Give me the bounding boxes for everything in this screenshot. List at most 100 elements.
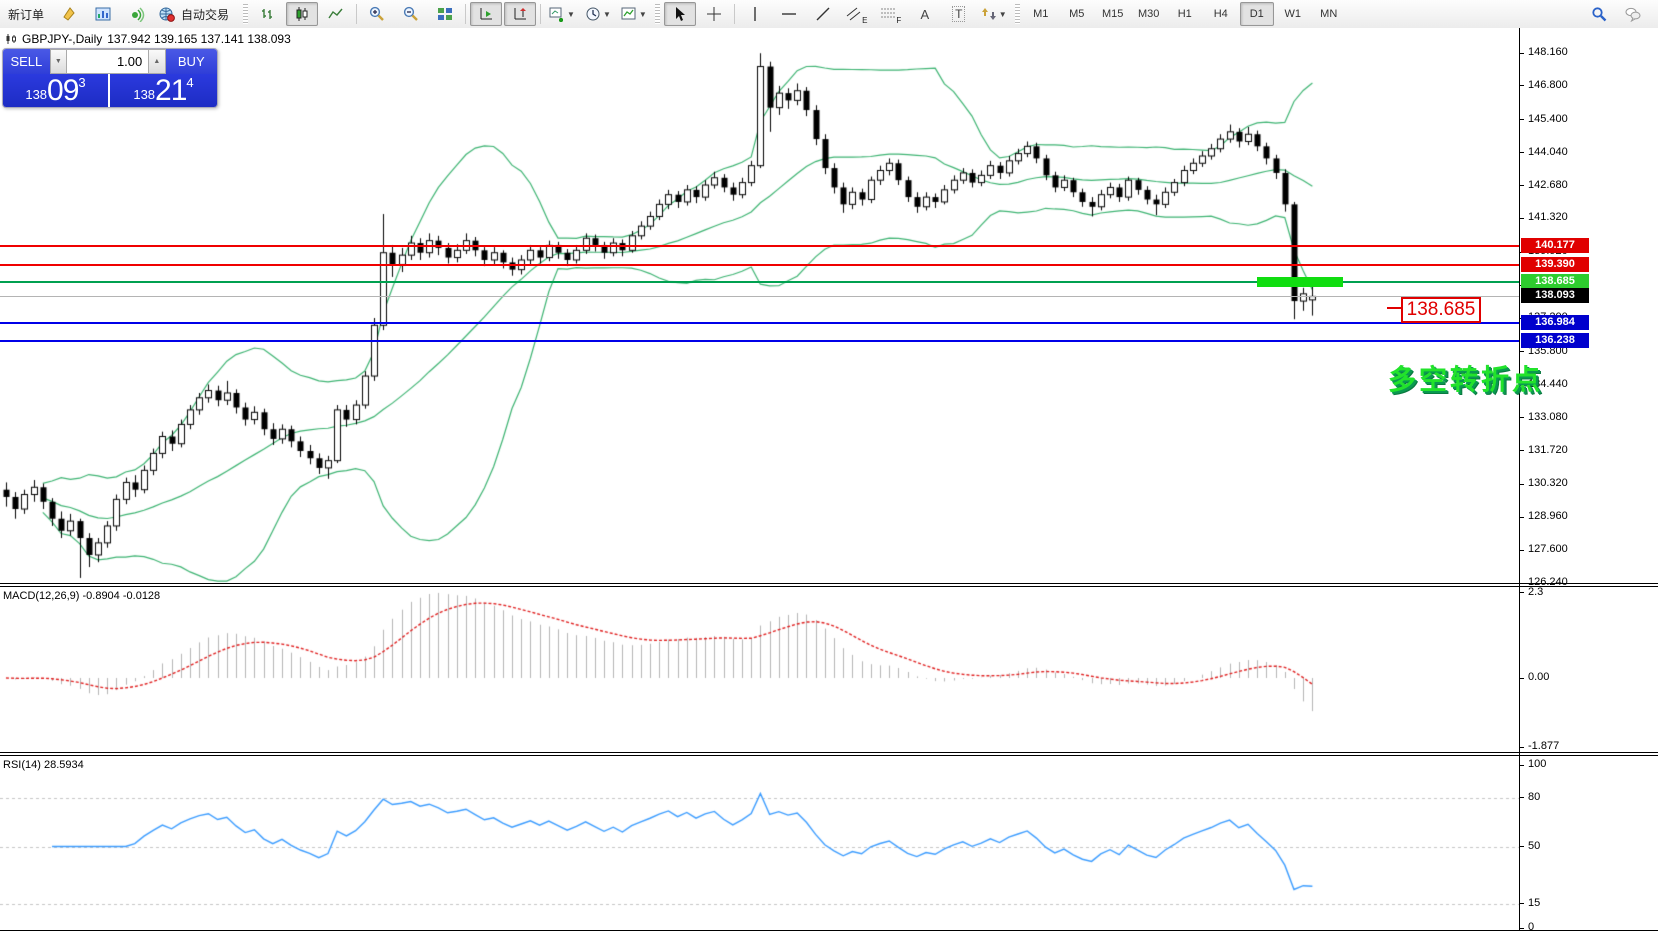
line-chart-icon xyxy=(328,6,344,22)
periods-button[interactable]: ▼ xyxy=(581,2,615,26)
timeframe-m1-button[interactable]: M1 xyxy=(1024,2,1058,26)
ohlc-readout: 137.942 139.165 137.141 138.093 xyxy=(107,32,291,46)
price-tick-mark xyxy=(1519,483,1524,485)
horizontal-line-tool-button[interactable] xyxy=(773,2,805,26)
timeframe-m5-button[interactable]: M5 xyxy=(1060,2,1094,26)
arrows-tool-button[interactable]: ▼ xyxy=(977,2,1011,26)
rsi-tick-label: 15 xyxy=(1528,896,1541,909)
tile-windows-button[interactable] xyxy=(429,2,461,26)
styler-icon[interactable] xyxy=(53,2,85,26)
bar-chart-mode-button[interactable] xyxy=(252,2,284,26)
price-tick-label: 130.320 xyxy=(1528,477,1568,490)
zoom-out-button[interactable] xyxy=(395,2,427,26)
timeframe-m30-button[interactable]: M30 xyxy=(1132,2,1166,26)
autotrading-button[interactable]: 自动交易 xyxy=(155,2,239,26)
fibonacci-icon xyxy=(880,6,896,22)
sell-button[interactable]: SELL xyxy=(3,49,50,74)
sell-price-button[interactable]: 138 09 3 xyxy=(3,74,110,107)
cursor-tool-button[interactable] xyxy=(663,2,696,26)
price-tick-label: 127.600 xyxy=(1528,543,1568,556)
toolbar-drag-handle[interactable] xyxy=(1014,4,1020,24)
macd-canvas[interactable] xyxy=(0,587,1519,752)
pane-splitter[interactable] xyxy=(0,752,1658,753)
timeframe-h4-button[interactable]: H4 xyxy=(1204,2,1238,26)
cn-annotation[interactable]: 多空转折点 xyxy=(1388,358,1543,398)
clock-icon xyxy=(585,6,601,22)
level-line-138.093[interactable] xyxy=(0,295,1519,297)
templates-button[interactable]: ▼ xyxy=(617,2,651,26)
level-line-136.238[interactable] xyxy=(0,340,1519,343)
zoom-out-icon xyxy=(403,6,419,22)
price-axis-tag: 140.177 xyxy=(1521,238,1589,254)
buy-price-pip: 4 xyxy=(186,75,194,90)
fibonacci-tool-button[interactable]: F xyxy=(875,2,907,26)
zoom-in-icon xyxy=(369,6,385,22)
vertical-line-tool-button[interactable] xyxy=(739,2,771,26)
buy-button[interactable]: BUY xyxy=(165,49,217,74)
rsi-canvas[interactable] xyxy=(0,756,1519,930)
price-tick-label: 145.400 xyxy=(1528,112,1568,125)
price-tick-label: 128.960 xyxy=(1528,510,1568,523)
search-icon xyxy=(1591,6,1607,22)
pane-splitter[interactable] xyxy=(0,586,1658,587)
text-tool-button[interactable]: A xyxy=(909,2,941,26)
pane-splitter[interactable] xyxy=(0,755,1658,756)
signals-button[interactable] xyxy=(121,2,153,26)
signal-icon xyxy=(129,6,145,22)
symbol-period-label: GBPJPY-,Daily xyxy=(22,32,103,46)
level-line-140.177[interactable] xyxy=(0,245,1519,248)
toolbar-drag-handle[interactable] xyxy=(654,4,660,24)
line-chart-mode-button[interactable] xyxy=(320,2,352,26)
search-button[interactable] xyxy=(1583,2,1615,26)
auto-scroll-button[interactable] xyxy=(470,2,503,26)
timeframe-m15-button[interactable]: M15 xyxy=(1096,2,1130,26)
macd-tick-label: 0.00 xyxy=(1528,671,1550,683)
price-axis-tag: 138.093 xyxy=(1521,288,1589,304)
new-chart-button[interactable]: ▼ xyxy=(545,2,579,26)
arrows-icon xyxy=(981,6,997,22)
chart-shift-button[interactable] xyxy=(504,2,537,26)
timeframe-h1-button[interactable]: H1 xyxy=(1168,2,1202,26)
buy-price-button[interactable]: 138 21 4 xyxy=(110,74,217,107)
price-tick-label: 146.800 xyxy=(1528,78,1568,91)
price-tick-label: 131.720 xyxy=(1528,443,1568,456)
chart-title: GBPJPY-,Daily 137.942 139.165 137.141 13… xyxy=(5,32,291,46)
new-order-button[interactable]: 新订单 xyxy=(1,2,51,26)
crosshair-tool-button[interactable] xyxy=(698,2,730,26)
market-watch-icon xyxy=(95,6,111,22)
candle-chart-mode-button[interactable] xyxy=(286,2,319,26)
level-line-136.984[interactable] xyxy=(0,322,1519,325)
timeframe-w1-button[interactable]: W1 xyxy=(1276,2,1310,26)
price-callout-label[interactable]: 138.685 xyxy=(1401,297,1481,323)
volume-increase-button[interactable]: ▲ xyxy=(148,49,166,74)
price-tick-mark xyxy=(1519,52,1524,54)
volume-input[interactable]: 1.00 xyxy=(66,49,149,74)
volume-decrease-button[interactable]: ▼ xyxy=(49,49,67,74)
level-line-139.390[interactable] xyxy=(0,264,1519,267)
main-chart-canvas[interactable] xyxy=(0,28,1519,586)
chat-button[interactable] xyxy=(1617,2,1649,26)
market-watch-button[interactable] xyxy=(87,2,119,26)
text-label-tool-button[interactable]: T xyxy=(943,2,975,26)
rsi-tick-label: 0 xyxy=(1528,921,1535,933)
rsi-label: RSI(14) 28.5934 xyxy=(3,759,84,771)
timeframe-mn-button[interactable]: MN xyxy=(1312,2,1346,26)
macd-tick-mark xyxy=(1519,677,1524,679)
toolbar-drag-handle[interactable] xyxy=(243,4,249,24)
text-label-glyph: T xyxy=(952,6,966,22)
pane-splitter[interactable] xyxy=(0,583,1658,584)
channel-tool-button[interactable]: E xyxy=(841,2,873,26)
template-icon xyxy=(621,6,637,22)
highlight-zone[interactable] xyxy=(1257,277,1343,288)
chat-icon xyxy=(1625,6,1641,22)
price-tick-label: 148.160 xyxy=(1528,46,1568,58)
macd-tick-mark xyxy=(1519,592,1524,594)
vertical-line-icon xyxy=(747,6,763,22)
timeframe-d1-button[interactable]: D1 xyxy=(1239,2,1274,26)
chart-window: GBPJPY-,Daily 137.942 139.165 137.141 13… xyxy=(0,28,1658,952)
autotrading-globe-icon xyxy=(159,6,175,22)
trendline-tool-button[interactable] xyxy=(807,2,839,26)
macd-tick-mark xyxy=(1519,746,1524,748)
price-axis-tag: 138.685 xyxy=(1521,274,1589,290)
zoom-in-button[interactable] xyxy=(361,2,393,26)
